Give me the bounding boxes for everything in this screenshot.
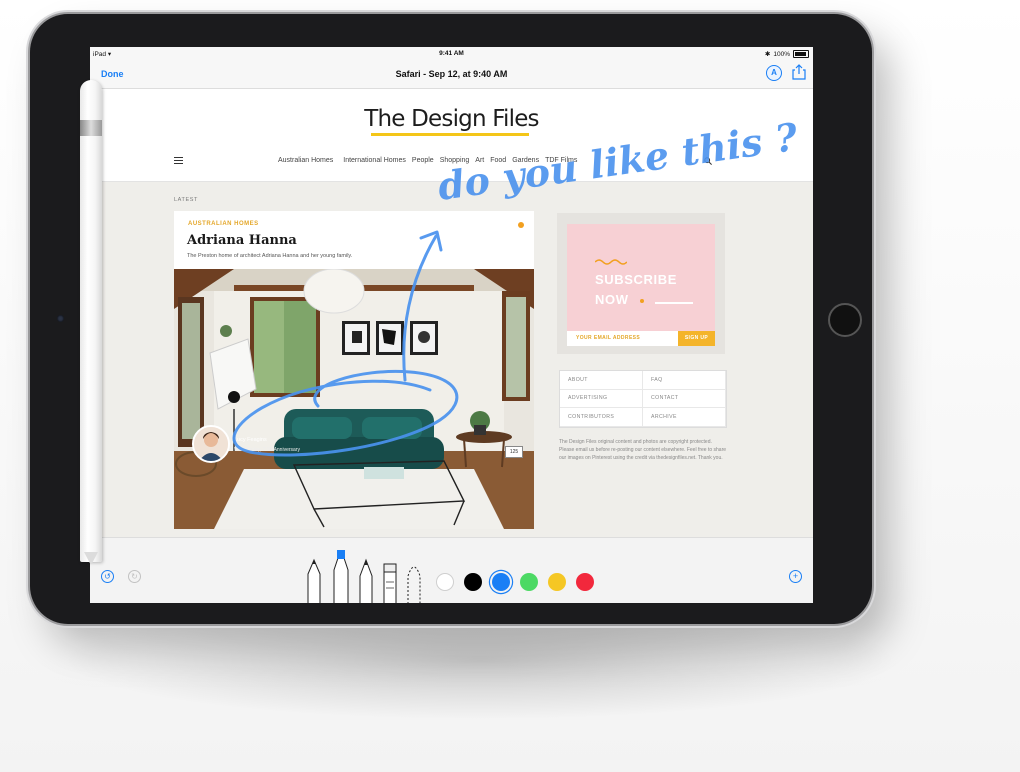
nav-item-tdf-films[interactable]: TDF Films	[545, 157, 577, 164]
link-advertising[interactable]: ADVERTISING	[560, 389, 643, 409]
markup-toolbar: ↺ ↻ +	[90, 537, 813, 603]
site-nav: Australian Homes International Homes Peo…	[278, 157, 583, 164]
undo-icon[interactable]: ↺	[101, 570, 114, 583]
search-icon[interactable]	[704, 157, 712, 165]
screenshot-title: Safari - Sep 12, at 9:40 AM	[395, 69, 508, 79]
subscribe-line-1: SUBSCRIBE	[595, 272, 677, 287]
markup-icon[interactable]: A	[766, 65, 782, 81]
link-contact[interactable]: CONTACT	[643, 389, 726, 409]
subscribe-line-2: NOW	[595, 292, 629, 307]
color-yellow[interactable]	[548, 573, 566, 591]
color-blue[interactable]	[492, 573, 510, 591]
new-indicator-dot	[518, 222, 524, 228]
subscribe-dot	[640, 299, 644, 303]
link-about[interactable]: ABOUT	[560, 371, 643, 390]
screen: iPad ▾ 9:41 AM ✱ 100% Done Safari - Sep …	[90, 47, 813, 603]
photo-count-badge: 125	[505, 446, 523, 458]
nav-item-people[interactable]: People	[412, 157, 434, 164]
site-header: The Design Files Australian Homes Intern…	[90, 89, 813, 182]
article-title[interactable]: Adriana Hanna	[187, 233, 297, 248]
color-green[interactable]	[520, 573, 538, 591]
lasso-tool-icon[interactable]	[407, 566, 421, 603]
status-right: ✱ 100%	[765, 50, 809, 58]
author-avatar[interactable]	[192, 425, 230, 463]
share-icon[interactable]	[792, 64, 806, 80]
link-archive[interactable]: ARCHIVE	[643, 408, 726, 427]
pen-tool-icon[interactable]	[307, 558, 321, 603]
menu-icon[interactable]	[174, 157, 183, 166]
subscribe-box: SUBSCRIBE NOW YOUR EMAIL ADDRESS SIGN UP	[557, 213, 725, 354]
article-photo[interactable]	[174, 269, 534, 529]
wave-icon	[595, 259, 627, 265]
marker-tool-icon[interactable]	[333, 550, 349, 603]
article-subtitle: The Preston home of architect Adriana Ha…	[187, 253, 353, 259]
nav-item-shopping[interactable]: Shopping	[440, 157, 470, 164]
nav-item-art[interactable]: Art	[475, 157, 484, 164]
link-contributors[interactable]: CONTRIBUTORS	[560, 408, 643, 427]
email-field[interactable]: YOUR EMAIL ADDRESS	[567, 331, 678, 346]
link-faq[interactable]: FAQ	[643, 371, 726, 390]
subscribe-banner: SUBSCRIBE NOW	[567, 224, 715, 331]
author-name[interactable]: Lucy Feagins	[234, 437, 267, 443]
screenshot-toolbar: Done Safari - Sep 12, at 9:40 AM A	[90, 61, 813, 89]
drawing-tools	[307, 550, 421, 603]
subscribe-line-decoration	[655, 302, 693, 304]
copyright-text: The Design Files original content and ph…	[559, 439, 727, 461]
add-annotation-icon[interactable]: +	[789, 570, 802, 583]
subscribe-title: SUBSCRIBE NOW	[595, 270, 677, 310]
site-logo[interactable]: The Design Files	[90, 106, 813, 132]
done-button[interactable]: Done	[101, 69, 124, 79]
color-black[interactable]	[464, 573, 482, 591]
apple-pencil	[80, 80, 102, 564]
footer-links: ABOUT FAQ ADVERTISING CONTACT CONTRIBUTO…	[559, 370, 727, 428]
redo-icon[interactable]: ↻	[128, 570, 141, 583]
battery-percent: 100%	[773, 50, 790, 58]
nav-item-international-homes[interactable]: International Homes	[343, 157, 406, 164]
ipad-device: iPad ▾ 9:41 AM ✱ 100% Done Safari - Sep …	[30, 14, 872, 624]
color-red[interactable]	[576, 573, 594, 591]
article-category[interactable]: AUSTRALIAN HOMES	[188, 221, 259, 227]
nav-item-gardens[interactable]: Gardens	[512, 157, 539, 164]
home-button[interactable]	[828, 303, 862, 337]
web-page: The Design Files Australian Homes Intern…	[90, 89, 813, 537]
latest-label: LATEST	[174, 197, 198, 203]
article-card[interactable]: AUSTRALIAN HOMES Adriana Hanna The Prest…	[174, 211, 534, 529]
nav-item-australian-homes[interactable]: Australian Homes	[278, 157, 333, 164]
battery-icon	[793, 50, 809, 58]
author-date: Wednesday, 2 09 Anniversary	[234, 447, 300, 453]
eraser-tool-icon[interactable]	[383, 563, 397, 603]
nav-item-food[interactable]: Food	[490, 157, 506, 164]
bluetooth-icon: ✱	[764, 51, 771, 58]
color-white[interactable]	[436, 573, 454, 591]
status-time: 9:41 AM	[439, 50, 464, 57]
pencil-band	[80, 120, 102, 136]
status-bar: iPad ▾ 9:41 AM ✱ 100%	[90, 47, 813, 61]
pencil-tool-icon[interactable]	[359, 558, 373, 603]
sign-up-button[interactable]: SIGN UP	[678, 331, 715, 346]
front-camera	[57, 315, 64, 322]
logo-underline	[371, 133, 529, 136]
